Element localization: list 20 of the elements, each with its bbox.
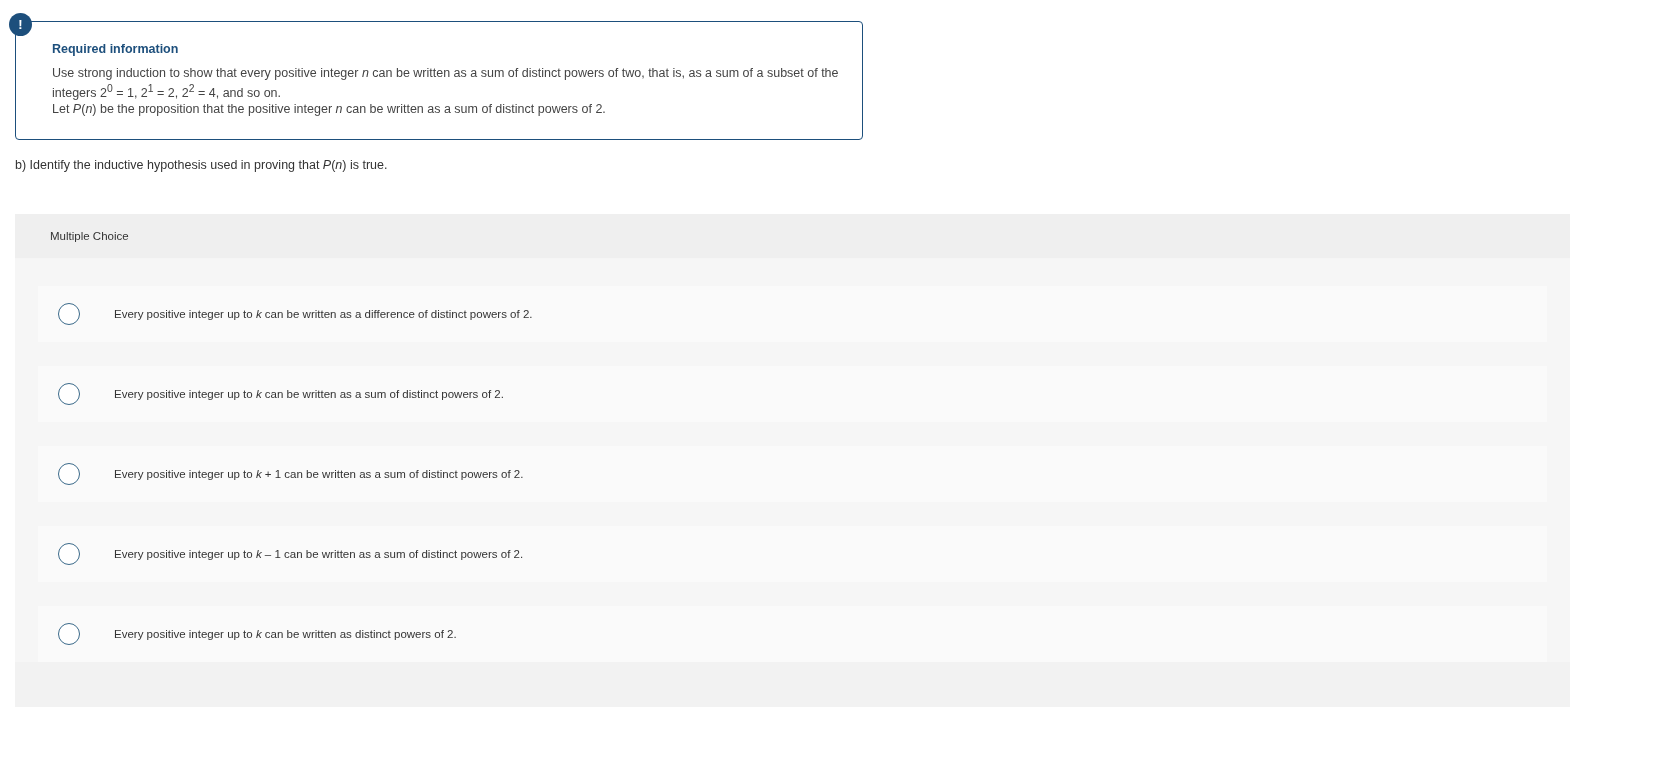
choice-text: Every positive integer up to k can be written as distinct powers of 2.	[114, 628, 457, 641]
question-text: b) Identify the inductive hypothesis used in proving that P(n) is true.	[15, 158, 389, 175]
radio-button[interactable]	[58, 623, 80, 646]
choice-text: Every positive integer up to k + 1 can be written as a sum of distinct powers of 2.	[114, 468, 524, 481]
info-paragraph: Let P(n) be the proposition that the positive integer n can be written as a sum of distinct powers of 2.	[52, 101, 607, 118]
choice-option[interactable]: Every positive integer up to k can be written as a sum of distinct powers of 2.	[38, 366, 1547, 423]
choice-text: Every positive integer up to k can be written as a sum of distinct powers of 2.	[114, 388, 504, 401]
alert-badge: !	[9, 13, 32, 36]
choice-text: Every positive integer up to k – 1 can be written as a sum of distinct powers of 2.	[114, 548, 524, 561]
info-title: Required information	[52, 42, 180, 56]
choice-option[interactable]: Every positive integer up to k can be written as distinct powers of 2.	[38, 606, 1547, 663]
choice-option[interactable]: Every positive integer up to k can be written as a difference of distinct powers of 2.	[38, 286, 1547, 343]
radio-button[interactable]	[58, 463, 80, 486]
info-paragraph: Use strong induction to show that every positive integer n can be written as a sum of distinct powers of two, that is, as a sum of a subset of the integers 2$^{0}$ = 1, 2$^{1}$ = 2, 2$^{2}$ = 4, and so on.	[52, 65, 840, 102]
radio-button[interactable]	[58, 303, 80, 326]
choice-option[interactable]: Every positive integer up to k + 1 can be written as a sum of distinct powers of 2.	[38, 446, 1547, 503]
radio-button[interactable]	[58, 543, 80, 566]
radio-button[interactable]	[58, 383, 80, 406]
choice-text: Every positive integer up to k can be written as a difference of distinct powers of 2.	[114, 308, 533, 321]
choice-option[interactable]: Every positive integer up to k – 1 can be written as a sum of distinct powers of 2.	[38, 526, 1547, 583]
